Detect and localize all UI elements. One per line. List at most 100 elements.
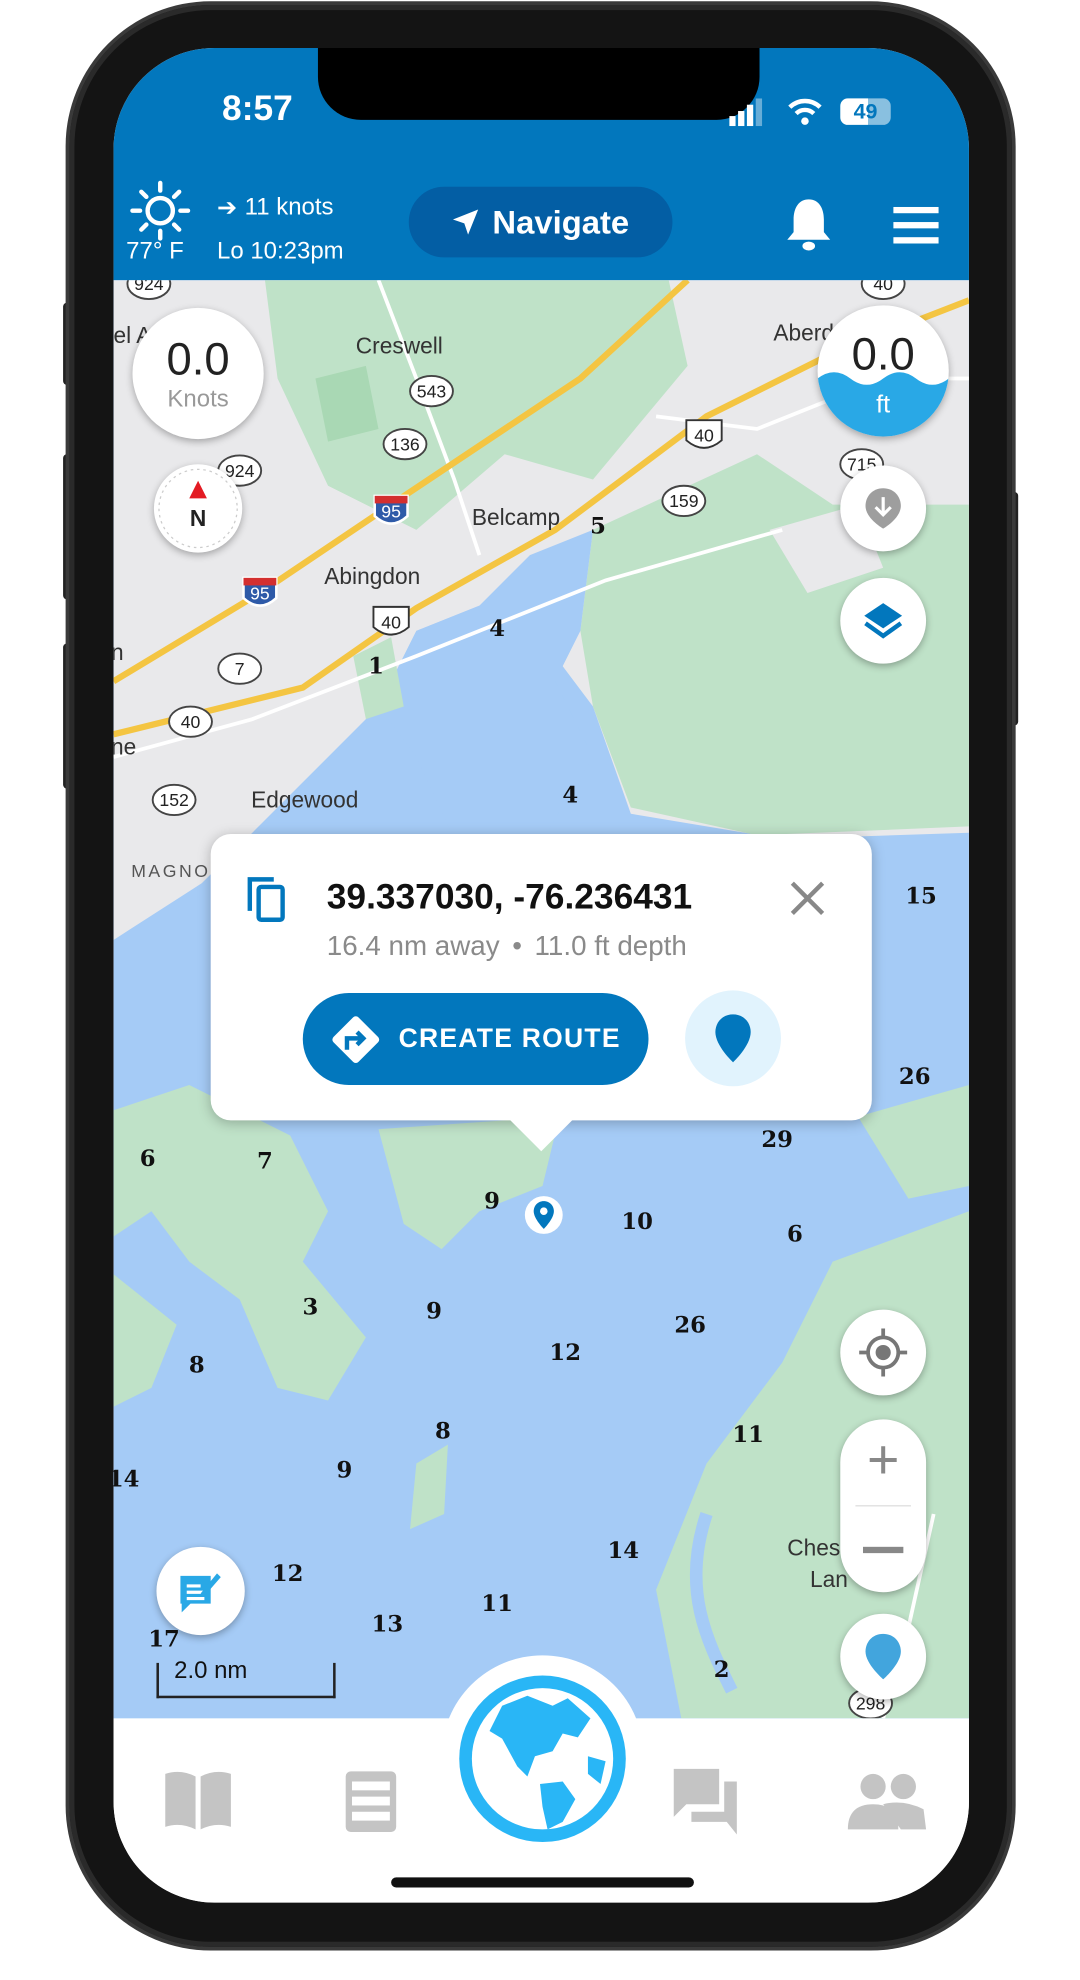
selected-location-marker[interactable] <box>524 1196 563 1234</box>
close-icon[interactable] <box>789 879 827 917</box>
depth-sounding: 6 <box>140 1146 156 1172</box>
people-icon[interactable] <box>845 1764 928 1840</box>
speed-value: 0.0 <box>166 333 230 385</box>
compass-north-label: N <box>190 505 206 531</box>
separator: • <box>512 929 522 962</box>
list-icon[interactable] <box>333 1764 409 1840</box>
depth-sounding: 8 <box>435 1418 451 1444</box>
compass-icon: N <box>158 468 238 549</box>
road-shield: 40 <box>372 605 410 636</box>
wind-arrow-icon: ➔ <box>217 195 238 223</box>
map-place-label: Creswell <box>356 332 443 358</box>
road-shield: 40 <box>685 419 723 449</box>
copy-icon[interactable] <box>246 876 289 924</box>
navigate-button[interactable]: Navigate <box>408 186 673 258</box>
zoom-in-button[interactable]: + <box>840 1419 926 1505</box>
road-shield-label: 95 <box>381 501 401 521</box>
menu-icon[interactable] <box>893 206 939 245</box>
depth-sounding: 12 <box>549 1340 581 1366</box>
speed-gauge[interactable]: 0.0 Knots <box>132 307 264 440</box>
map-place-label: Lan <box>810 1566 848 1592</box>
speed-unit: Knots <box>167 386 229 413</box>
compass-button[interactable]: N <box>153 464 243 553</box>
road-shield: 40 <box>168 705 213 738</box>
layers-icon <box>864 603 903 639</box>
map-pin-icon <box>533 1201 554 1229</box>
navigation-arrow-icon <box>453 209 479 235</box>
map-place-label: Belcamp <box>472 504 560 530</box>
road-shield-label: 7 <box>235 659 245 679</box>
notes-button[interactable] <box>156 1546 245 1636</box>
notch <box>317 47 760 120</box>
depth-sounding: 10 <box>621 1209 653 1235</box>
depth-sounding: 8 <box>189 1353 205 1379</box>
depth-sounding: 14 <box>607 1538 639 1564</box>
depth-sounding: 13 <box>372 1611 404 1637</box>
coordinates[interactable]: 39.337030, -76.236431 <box>327 877 692 917</box>
land-green <box>857 1085 969 1199</box>
depth-sounding: 17 <box>148 1626 180 1652</box>
drop-pin-button[interactable] <box>840 1613 927 1700</box>
wind-info[interactable]: ➔ 11 knots <box>217 194 334 223</box>
road-shield: 152 <box>151 783 197 816</box>
depth-sounding: 26 <box>899 1064 931 1090</box>
signal-icon <box>729 98 763 127</box>
depth-sounding: 1 <box>368 654 384 680</box>
land-green <box>113 1274 177 1407</box>
depth-sounding: 5 <box>590 514 606 540</box>
road-shield-label: 40 <box>181 712 201 732</box>
sun-icon[interactable] <box>129 179 192 242</box>
map-place-label: Edgewood <box>251 786 358 812</box>
bell-icon[interactable] <box>785 197 833 253</box>
road-shield: 95 <box>373 494 409 525</box>
location-popup: 39.337030, -76.236431 16.4 nm away • 11.… <box>210 833 872 1152</box>
depth-gauge[interactable]: 0.0 ft <box>817 305 949 437</box>
map-place-label: Ches <box>787 1535 840 1561</box>
zoom-control: + <box>840 1419 927 1593</box>
road-shield-label: 40 <box>873 280 893 294</box>
globe-icon[interactable] <box>452 1668 634 1850</box>
road-shield: 159 <box>661 484 707 517</box>
depth-sounding: 4 <box>562 782 578 808</box>
depth-sounding: 6 <box>787 1221 803 1247</box>
zoom-out-button[interactable] <box>862 1546 904 1554</box>
download-button[interactable] <box>840 465 927 552</box>
zoom-divider <box>855 1505 911 1507</box>
locate-me-button[interactable] <box>840 1309 927 1396</box>
depth-sounding: 7 <box>257 1148 273 1174</box>
app-header: 8:57 49 77° F ➔ 11 knots Lo 10:23pm Navi… <box>113 47 969 281</box>
depth-unit: ft <box>876 391 891 419</box>
depth-sounding: 11 <box>732 1422 764 1448</box>
scale-label: 2.0 nm <box>174 1657 248 1685</box>
road-shield: 543 <box>409 375 454 408</box>
depth-sounding: 15 <box>905 883 937 909</box>
note-edit-icon <box>180 1573 221 1613</box>
depth-sounding: 4 <box>489 616 505 642</box>
road-shield-label: 159 <box>669 491 698 511</box>
tide-info[interactable]: Lo 10:23pm <box>217 238 344 266</box>
navigate-label: Navigate <box>492 202 630 241</box>
road-shield-label: 152 <box>159 790 188 810</box>
depth-sounding: 2 <box>714 1657 730 1683</box>
road-shield-label: 924 <box>134 280 164 294</box>
depth-sounding: 9 <box>484 1189 500 1215</box>
book-icon[interactable] <box>160 1764 236 1840</box>
depth-sounding: 9 <box>426 1298 442 1324</box>
home-indicator[interactable] <box>391 1877 694 1888</box>
wind-speed: 11 knots <box>244 194 334 221</box>
crosshair-icon <box>859 1328 908 1377</box>
road-shield-label: 95 <box>250 583 270 603</box>
layers-button[interactable] <box>840 577 927 664</box>
depth-sounding: 12 <box>272 1561 304 1587</box>
road-shield: 95 <box>242 576 278 607</box>
depth-sounding: 11 <box>481 1591 513 1617</box>
status-time: 8:57 <box>222 88 293 128</box>
save-pin-button[interactable] <box>685 990 781 1087</box>
road-shield-label: 40 <box>381 612 401 632</box>
temperature: 77° F <box>126 238 184 265</box>
map-place-label: Abingdon <box>324 563 420 589</box>
create-route-button[interactable]: CREATE ROUTE <box>302 992 649 1086</box>
chat-icon[interactable] <box>669 1764 745 1840</box>
download-marker-icon <box>865 488 901 529</box>
depth-sounding: 9 <box>337 1457 353 1483</box>
